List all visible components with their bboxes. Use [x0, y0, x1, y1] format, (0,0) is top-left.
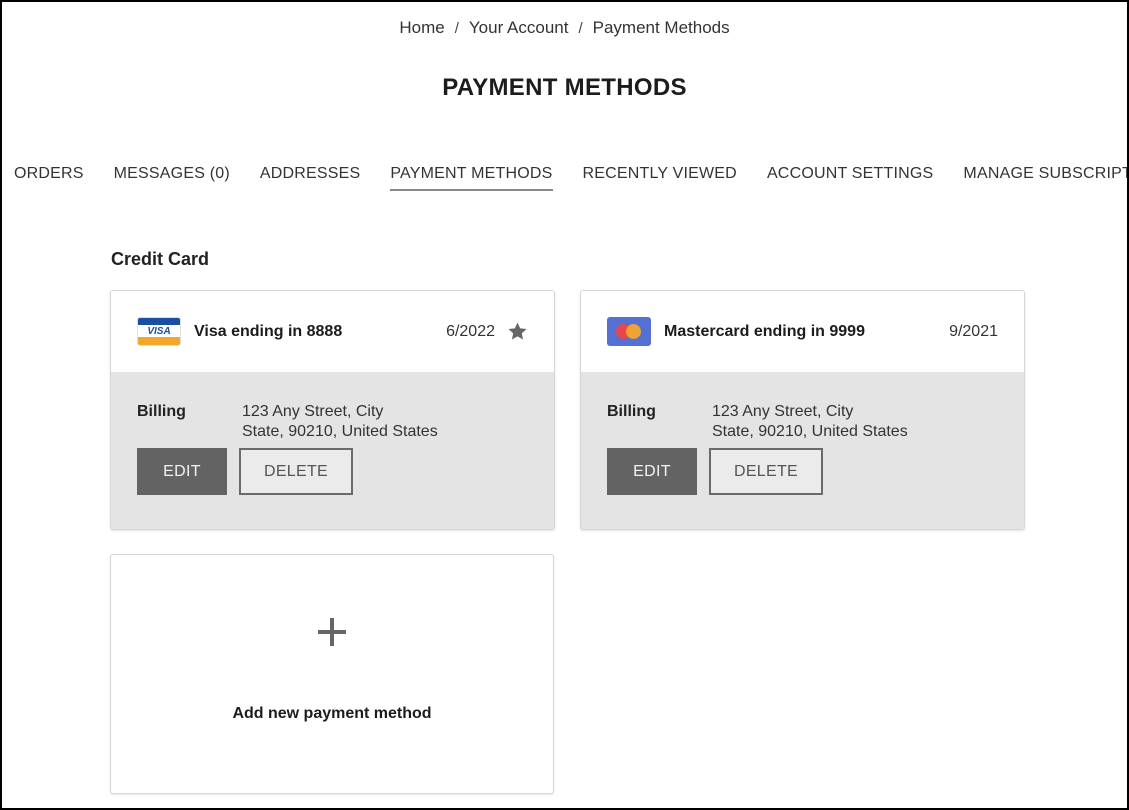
breadcrumb-separator: /	[578, 20, 583, 37]
mastercard-logo-icon	[607, 317, 651, 346]
breadcrumb-separator: /	[454, 20, 459, 37]
card-body: Billing 123 Any Street, City State, 9021…	[111, 372, 554, 529]
billing-info: Billing 123 Any Street, City State, 9021…	[607, 402, 998, 442]
visa-logo-icon: VISA	[137, 317, 181, 346]
add-payment-method-button[interactable]: Add new payment method	[110, 554, 554, 794]
tab-payment-methods[interactable]: PAYMENT METHODS	[390, 165, 553, 191]
delete-button[interactable]: DELETE	[709, 448, 823, 495]
card-header: VISA Visa ending in 8888 6/2022	[111, 291, 554, 372]
card-body: Billing 123 Any Street, City State, 9021…	[581, 372, 1024, 529]
tab-manage-subscriptions[interactable]: MANAGE SUBSCRIPTIONS	[963, 165, 1127, 191]
address-line-2: State, 90210, United States	[242, 423, 438, 440]
address-line-1: 123 Any Street, City	[712, 403, 854, 420]
delete-button[interactable]: DELETE	[239, 448, 353, 495]
card-name: Mastercard ending in 9999	[664, 322, 865, 340]
star-icon[interactable]	[507, 321, 528, 342]
breadcrumb-home[interactable]: Home	[399, 18, 444, 37]
card-expiry: 6/2022	[446, 322, 495, 340]
section-title: Credit Card	[111, 249, 210, 269]
billing-address: 123 Any Street, City State, 90210, Unite…	[242, 402, 438, 442]
tab-account-settings[interactable]: ACCOUNT SETTINGS	[767, 165, 933, 191]
breadcrumb-your-account[interactable]: Your Account	[469, 18, 569, 37]
edit-button[interactable]: EDIT	[607, 448, 697, 495]
billing-address: 123 Any Street, City State, 90210, Unite…	[712, 402, 908, 442]
billing-info: Billing 123 Any Street, City State, 9021…	[137, 402, 528, 442]
account-tabs: ORDERS MESSAGES (0) ADDRESSES PAYMENT ME…	[14, 165, 1127, 191]
page-title: PAYMENT METHODS	[442, 74, 687, 101]
billing-label: Billing	[607, 403, 656, 420]
tab-recently-viewed[interactable]: RECENTLY VIEWED	[583, 165, 737, 191]
tab-orders[interactable]: ORDERS	[14, 165, 84, 191]
address-line-1: 123 Any Street, City	[242, 403, 384, 420]
payment-card-visa: VISA Visa ending in 8888 6/2022 Billing …	[110, 290, 555, 530]
card-expiry: 9/2021	[949, 322, 998, 340]
billing-label: Billing	[137, 403, 186, 420]
address-line-2: State, 90210, United States	[712, 423, 908, 440]
tab-messages[interactable]: MESSAGES (0)	[114, 165, 230, 191]
page-frame: Home / Your Account / Payment Methods PAYMEN…	[0, 0, 1129, 810]
tab-addresses[interactable]: ADDRESSES	[260, 165, 361, 191]
add-payment-method-label: Add new payment method	[232, 705, 432, 722]
plus-icon	[318, 618, 346, 646]
breadcrumb-current: Payment Methods	[592, 18, 730, 37]
breadcrumb: Home / Your Account / Payment Methods	[2, 18, 1127, 38]
card-actions: EDIT DELETE	[607, 448, 998, 495]
payment-card-mastercard: Mastercard ending in 9999 9/2021 Billing…	[580, 290, 1025, 530]
edit-button[interactable]: EDIT	[137, 448, 227, 495]
card-actions: EDIT DELETE	[137, 448, 528, 495]
card-header: Mastercard ending in 9999 9/2021	[581, 291, 1024, 372]
card-name: Visa ending in 8888	[194, 322, 343, 340]
